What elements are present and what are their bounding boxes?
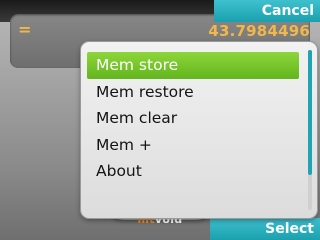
menu-item-mem-restore[interactable]: Mem restore (87, 79, 299, 106)
display-operator: = (18, 20, 32, 39)
menu-scrollbar[interactable] (308, 50, 312, 210)
menu-scrollbar-thumb[interactable] (308, 50, 312, 175)
cancel-softkey[interactable]: Cancel (214, 0, 320, 22)
menu-item-mem-store[interactable]: Mem store (87, 52, 299, 79)
select-softkey[interactable]: Select (210, 218, 320, 240)
options-popup-menu: Mem store Mem restore Mem clear Mem + Ab… (81, 42, 317, 218)
menu-item-about[interactable]: About (87, 158, 299, 185)
menu-item-mem-plus[interactable]: Mem + (87, 132, 299, 159)
menu-list: Mem store Mem restore Mem clear Mem + Ab… (87, 52, 299, 185)
display-value: 43.7984496 (208, 22, 310, 40)
menu-item-mem-clear[interactable]: Mem clear (87, 105, 299, 132)
